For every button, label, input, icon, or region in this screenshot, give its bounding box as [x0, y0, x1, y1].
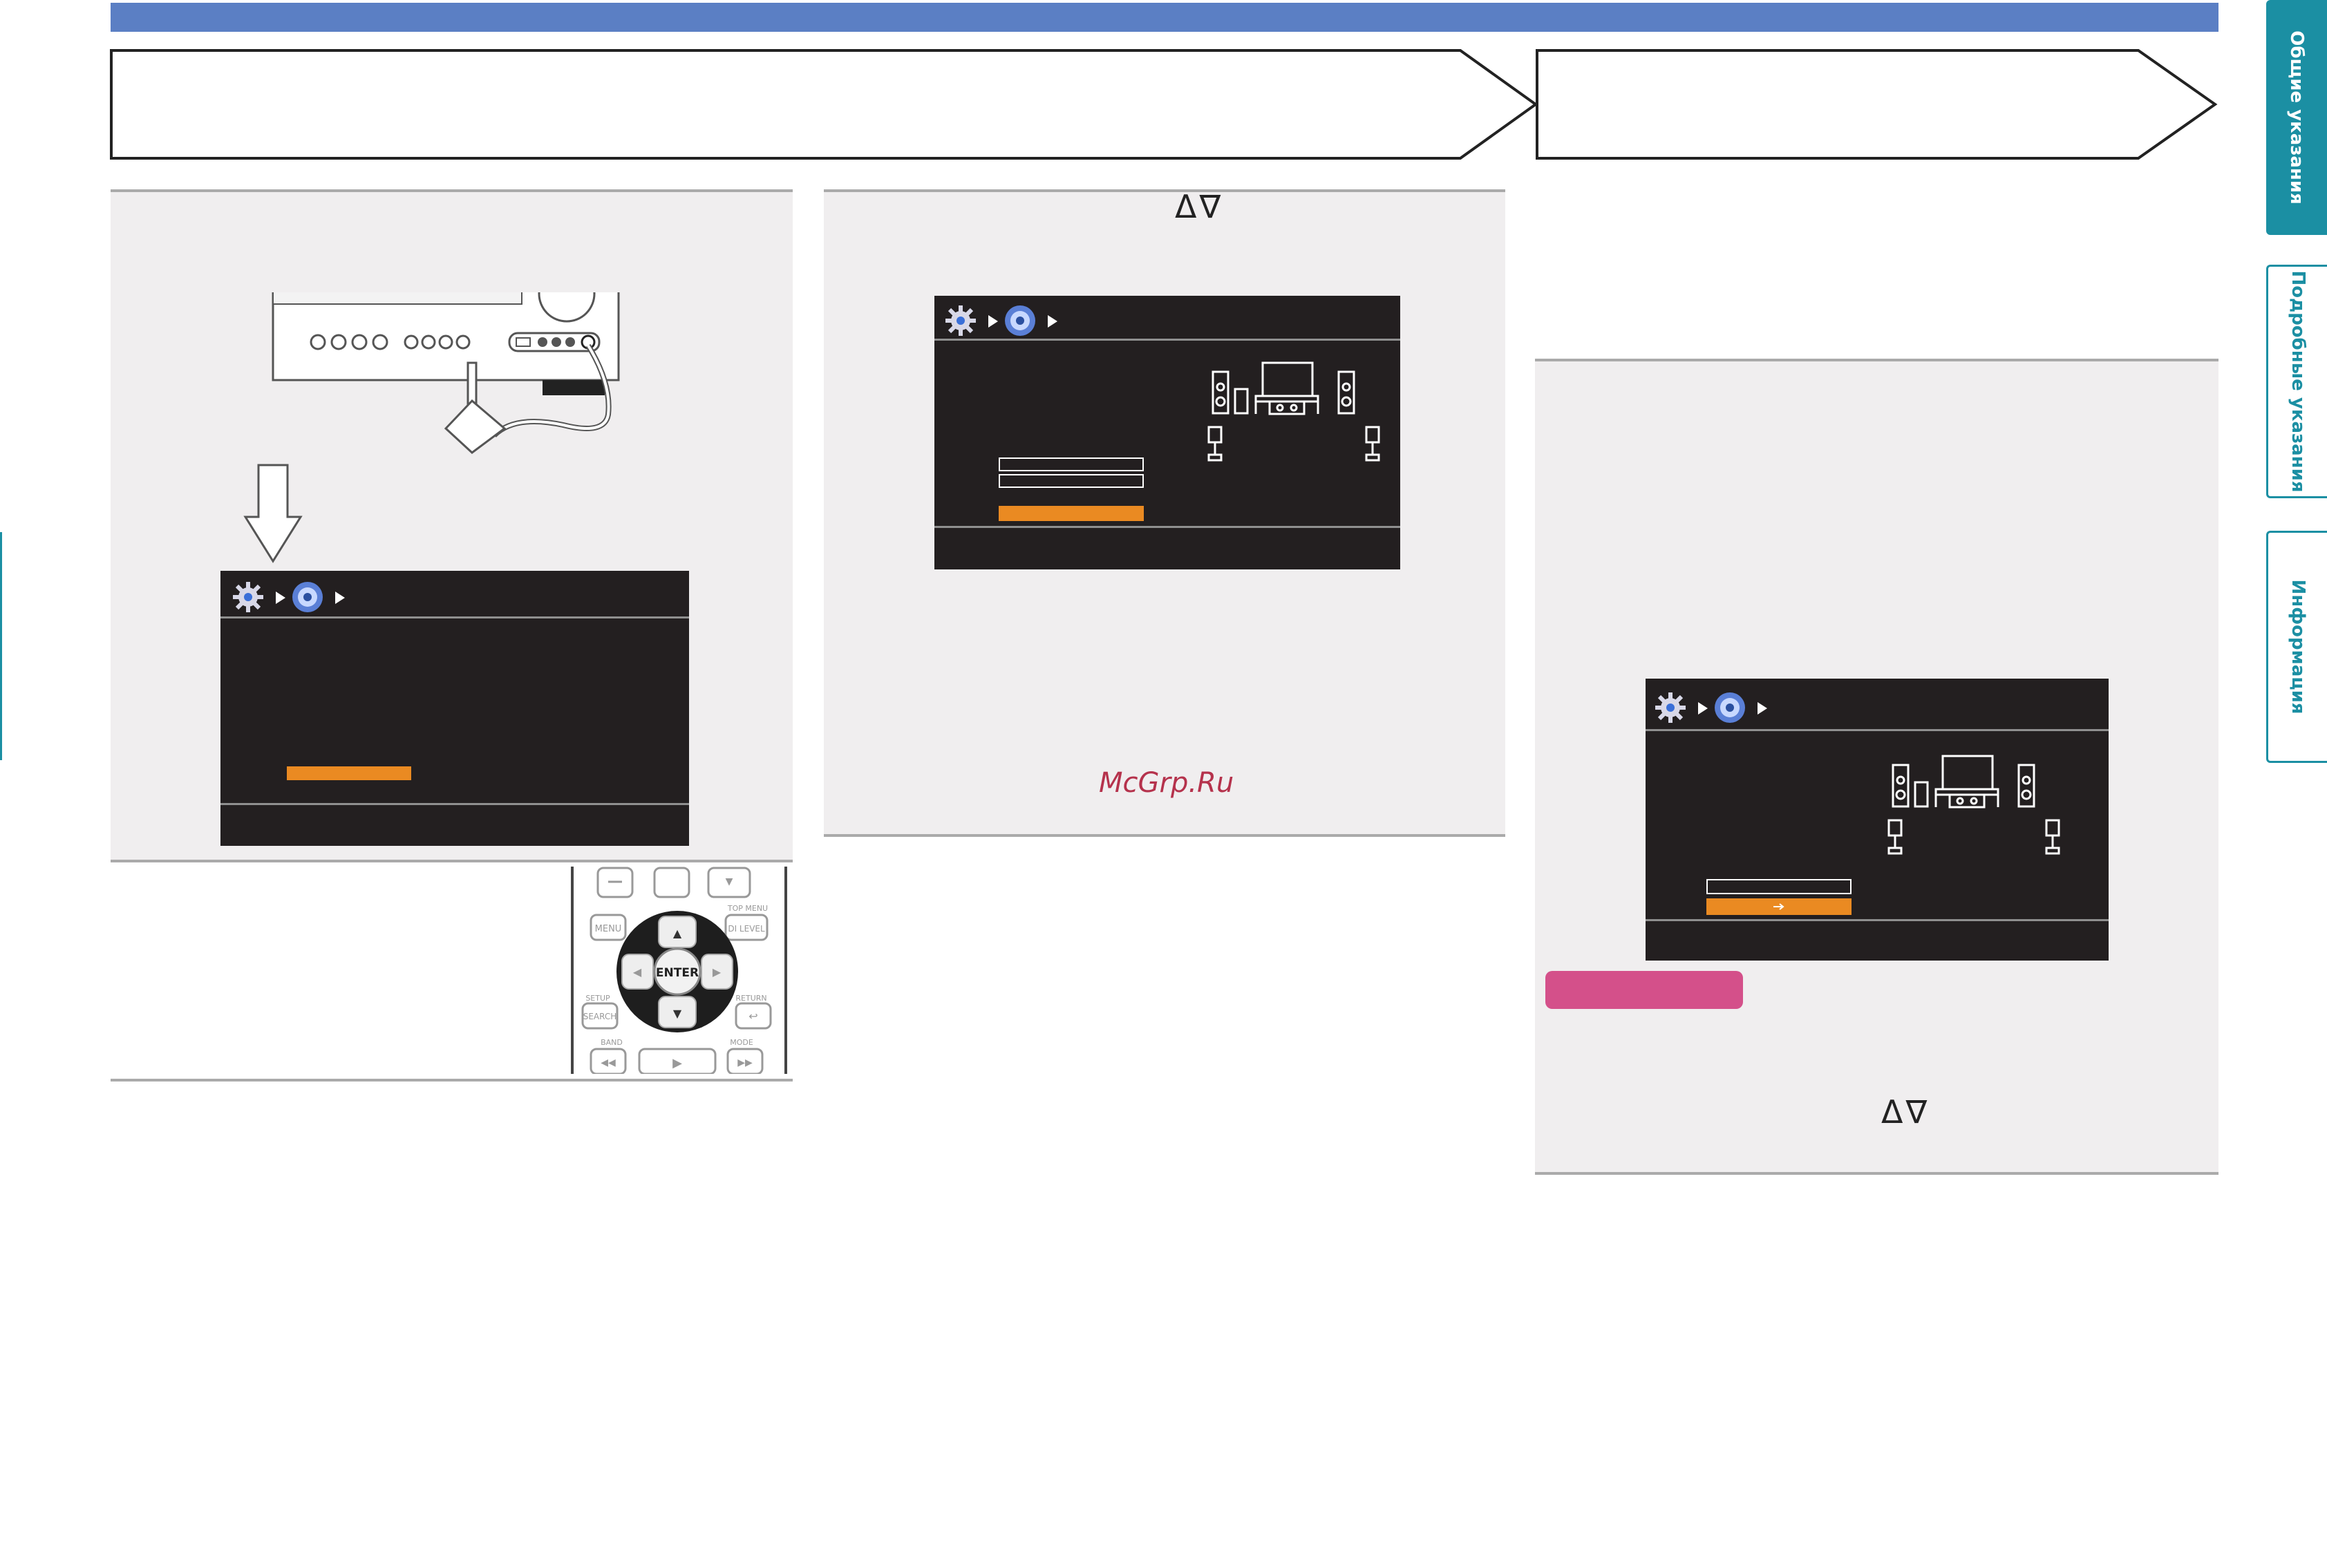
down-arrow-icon: [243, 464, 303, 563]
tab-info[interactable]: Информация: [2266, 531, 2327, 763]
up-down-arrows-icon: Δ∇: [1175, 188, 1224, 225]
osd-screen-1: [220, 571, 689, 846]
breadcrumb-arrow-icon: [335, 592, 345, 604]
remote-dlevel-label: DI LEVEL: [728, 924, 765, 934]
header-arrow-box-left: [110, 49, 1538, 160]
tab-general-label: Общие указания: [2286, 30, 2307, 205]
svg-text:▶▶: ▶▶: [737, 1057, 753, 1068]
screen-divider: [934, 526, 1400, 528]
receiver-mic-illustration: [266, 280, 625, 454]
menu-option-bar[interactable]: [999, 474, 1144, 488]
speaker-setup-icon: [1005, 305, 1035, 336]
svg-text:▼: ▼: [673, 1007, 682, 1020]
panel-bottom-line: [111, 1079, 793, 1081]
remote-menu-label: MENU: [595, 924, 622, 934]
gear-icon: [233, 582, 263, 612]
remote-top-menu-label: TOP MENU: [727, 904, 768, 913]
breadcrumb-arrow-icon: [988, 315, 998, 328]
screen-divider: [934, 339, 1400, 341]
screen-divider: [1646, 919, 2109, 921]
speaker-layout-icon: [1207, 361, 1380, 462]
breadcrumb-arrow-icon: [1758, 702, 1767, 715]
gear-icon: [1655, 692, 1686, 723]
remote-control-illustration: ▼ TOP MENU MENU DI LEVEL ▲ ▼ ◀ ▶ ENTER S…: [570, 867, 788, 1074]
menu-highlight-bar[interactable]: [287, 766, 411, 780]
remote-setup-label: SETUP: [585, 994, 610, 1003]
remote-mode-label: MODE: [730, 1038, 753, 1047]
tab-general[interactable]: Общие указания: [2266, 0, 2327, 235]
menu-option-bar[interactable]: [999, 457, 1144, 471]
svg-text:▶: ▶: [672, 1056, 682, 1070]
tab-detailed[interactable]: Подробные указания: [2266, 265, 2327, 498]
note-label-badge: [1545, 971, 1743, 1009]
top-bar: [111, 3, 2218, 32]
osd-screen-2: [934, 296, 1400, 569]
menu-option-bar[interactable]: [1706, 879, 1852, 894]
panel-divider: [111, 860, 793, 862]
breadcrumb-arrow-icon: [1048, 315, 1057, 328]
svg-text:▼: ▼: [726, 876, 733, 887]
breadcrumb-arrow-icon: [276, 592, 285, 604]
step-panel-5: [1535, 1085, 2218, 1175]
remote-band-label: BAND: [601, 1038, 623, 1047]
remote-return-label: RETURN: [735, 994, 766, 1003]
osd-screen-3: [1646, 679, 2109, 961]
screen-divider: [220, 803, 689, 805]
step-panel-3: [1535, 361, 2218, 510]
speaker-setup-icon: [1715, 692, 1745, 723]
arrow-right-icon: [1773, 903, 1784, 910]
screen-divider: [1646, 729, 2109, 731]
breadcrumb-arrow-icon: [1698, 702, 1708, 715]
svg-text:◀: ◀: [633, 965, 642, 979]
menu-highlight-bar[interactable]: [1706, 898, 1852, 915]
svg-text:↩: ↩: [748, 1010, 757, 1023]
header-arrow-box-right: [1536, 49, 2218, 160]
menu-highlight-bar[interactable]: [999, 506, 1144, 521]
screen-divider: [220, 616, 689, 618]
remote-search-label: SEARCH: [583, 1012, 617, 1021]
tab-info-label: Информация: [2287, 579, 2308, 715]
remote-enter-label: ENTER: [656, 966, 699, 980]
svg-text:▲: ▲: [673, 927, 682, 940]
tab-detailed-label: Подробные указания: [2287, 270, 2308, 493]
up-down-arrows-icon: Δ∇: [1881, 1093, 1930, 1131]
svg-text:▶: ▶: [713, 965, 722, 979]
svg-text:◀◀: ◀◀: [601, 1057, 616, 1068]
speaker-setup-icon: [292, 582, 323, 612]
watermark: McGrp.Ru: [1099, 767, 1234, 799]
page-edge-mark: [0, 532, 2, 760]
speaker-layout-icon: [1887, 755, 2060, 855]
gear-icon: [945, 305, 976, 336]
